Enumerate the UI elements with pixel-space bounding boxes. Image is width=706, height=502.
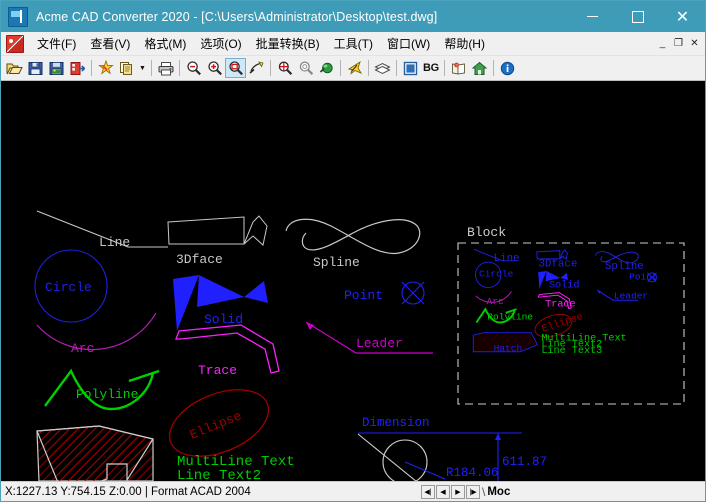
zoom-previous-icon[interactable] [295, 58, 316, 78]
pan-icon[interactable] [246, 58, 267, 78]
svg-text:Block: Block [467, 225, 506, 240]
toolbar-separator [396, 60, 397, 76]
svg-text:Dimension: Dimension [362, 416, 430, 430]
document-icon [6, 35, 24, 53]
svg-text:Line: Line [494, 253, 520, 265]
about-icon[interactable] [497, 58, 518, 78]
svg-text:3Dface: 3Dface [538, 259, 577, 271]
svg-text:Line Text2: Line Text2 [177, 468, 261, 481]
svg-text:Point: Point [629, 271, 658, 282]
menu-view[interactable]: 查看(V) [83, 32, 137, 55]
help-book-icon[interactable]: ? [448, 58, 469, 78]
menu-batch-convert[interactable]: 批量转换(B) [249, 32, 327, 55]
svg-text:611.87: 611.87 [502, 455, 547, 469]
tab-last-button[interactable]: |▶ [466, 485, 480, 499]
toolbar: ▼ [1, 56, 705, 81]
svg-text:Polyline: Polyline [487, 311, 533, 322]
svg-text:Spline: Spline [313, 255, 360, 270]
svg-text:Arc: Arc [487, 296, 504, 307]
application-window: Acme CAD Converter 2020 - [C:\Users\Admi… [0, 0, 706, 502]
toolbar-separator [179, 60, 180, 76]
save-image-icon[interactable] [46, 58, 67, 78]
toolbar-separator [340, 60, 341, 76]
save-icon[interactable] [25, 58, 46, 78]
title-bar: Acme CAD Converter 2020 - [C:\Users\Admi… [1, 1, 705, 32]
tab-first-button[interactable]: ◀| [421, 485, 435, 499]
toolbar-separator [151, 60, 152, 76]
svg-text:Circle: Circle [479, 269, 514, 280]
minimize-button[interactable] [570, 1, 615, 32]
toolbar-separator [91, 60, 92, 76]
svg-text:Point: Point [344, 288, 383, 303]
layers-icon[interactable] [372, 58, 393, 78]
menu-bar: 文件(F) 查看(V) 格式(M) 选项(O) 批量转换(B) 工具(T) 窗口… [1, 32, 705, 56]
batch-convert-icon[interactable] [95, 58, 116, 78]
status-bar: X:1227.13 Y:754.15 Z:0.00 | Format ACAD … [1, 481, 705, 501]
app-icon [8, 7, 28, 27]
zoom-out-icon[interactable] [183, 58, 204, 78]
drawing-canvas[interactable]: Line 3Dface Spline Circle [1, 81, 706, 481]
cad-drawing: Line 3Dface Spline Circle [1, 81, 706, 481]
tab-prev-button[interactable]: ◀ [436, 485, 450, 499]
svg-text:Hatch: Hatch [494, 343, 523, 354]
tab-separator: \ [482, 485, 485, 499]
zoom-extents-icon[interactable] [274, 58, 295, 78]
open-icon[interactable] [4, 58, 25, 78]
svg-text:Circle: Circle [45, 280, 92, 295]
svg-text:Arc: Arc [71, 341, 94, 356]
svg-text:Line: Line [99, 235, 130, 250]
coordinate-readout: X:1227.13 Y:754.15 Z:0.00 | Format ACAD … [5, 486, 251, 498]
layout-tab-model[interactable]: Moc [487, 486, 510, 498]
svg-text:Polyline: Polyline [76, 387, 138, 402]
maximize-button[interactable] [615, 1, 660, 32]
menu-file[interactable]: 文件(F) [30, 32, 83, 55]
mdi-close-button[interactable]: ✕ [687, 36, 702, 51]
toolbar-separator [444, 60, 445, 76]
svg-text:Line Text3: Line Text3 [541, 345, 602, 357]
print-icon[interactable] [155, 58, 176, 78]
window-controls: ✕ [570, 1, 705, 32]
export-icon[interactable] [67, 58, 88, 78]
render-icon[interactable] [316, 58, 337, 78]
tab-next-button[interactable]: ▶ [451, 485, 465, 499]
toolbar-separator [270, 60, 271, 76]
mdi-window-controls: _ ❐ ✕ [654, 32, 702, 55]
toolbar-separator [368, 60, 369, 76]
zoom-window-icon[interactable] [225, 58, 246, 78]
svg-text:Solid: Solid [549, 280, 579, 292]
menu-format[interactable]: 格式(M) [137, 32, 193, 55]
background-icon[interactable]: BG [421, 62, 441, 74]
window-title: Acme CAD Converter 2020 - [C:\Users\Admi… [36, 10, 437, 24]
svg-text:Leader: Leader [356, 336, 403, 351]
home-icon[interactable] [469, 58, 490, 78]
mdi-restore-button[interactable]: ❐ [671, 36, 686, 51]
chevron-down-icon[interactable]: ▼ [137, 58, 148, 78]
close-button[interactable]: ✕ [660, 1, 705, 32]
svg-text:Trace: Trace [545, 300, 575, 311]
zoom-in-icon[interactable] [204, 58, 225, 78]
copy-icon[interactable] [116, 58, 137, 78]
layout-tab-bar: ◀| ◀ ▶ |▶ \ Moc [421, 482, 510, 501]
menu-window[interactable]: 窗口(W) [380, 32, 437, 55]
toolbar-separator [493, 60, 494, 76]
menu-help[interactable]: 帮助(H) [437, 32, 492, 55]
plane-icon[interactable] [344, 58, 365, 78]
svg-text:Trace: Trace [198, 363, 237, 378]
menu-options[interactable]: 选项(O) [193, 32, 248, 55]
menu-tools[interactable]: 工具(T) [327, 32, 380, 55]
svg-text:Leader: Leader [614, 290, 648, 301]
entity-hatch: Hatch [37, 426, 153, 481]
mdi-minimize-button[interactable]: _ [655, 36, 670, 51]
svg-text:3Dface: 3Dface [176, 252, 223, 267]
window-icon[interactable] [400, 58, 421, 78]
svg-text:R184.06: R184.06 [446, 466, 499, 480]
